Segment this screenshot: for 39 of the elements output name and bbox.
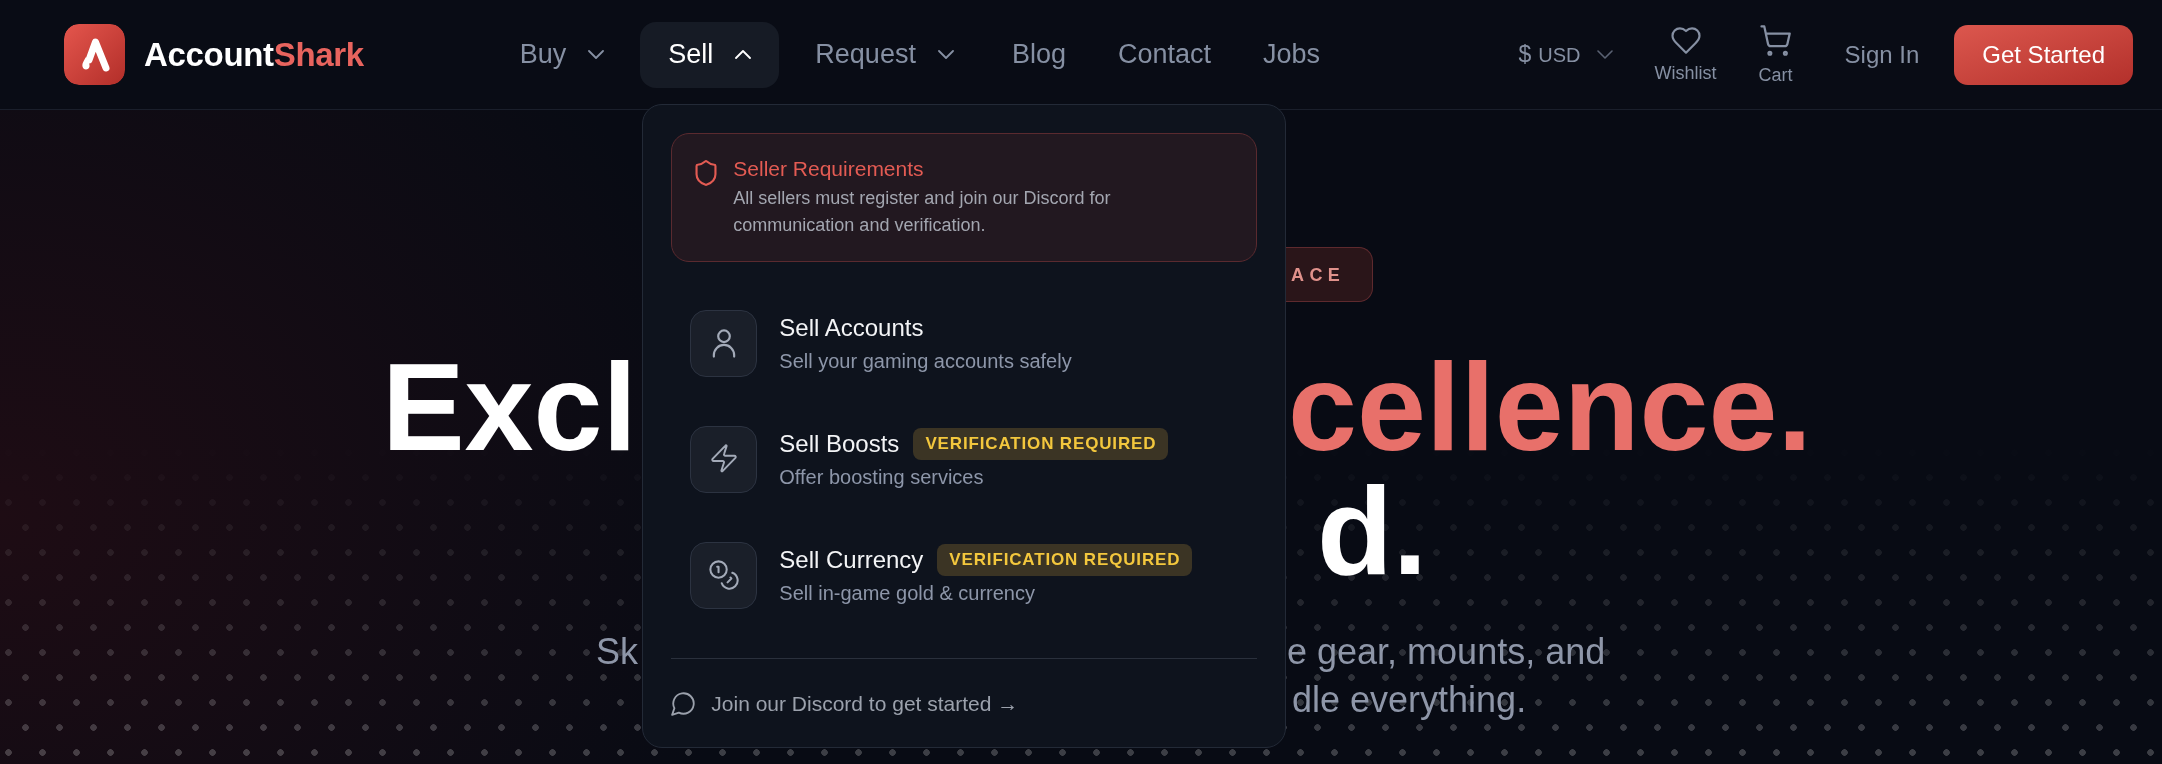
notice-title: Seller Requirements <box>733 155 925 182</box>
subtitle-text: e gear, mounts, and <box>1287 630 1606 674</box>
nav-menu-button[interactable]: Request <box>787 21 982 88</box>
cart-button[interactable]: Cart <box>1758 25 1793 84</box>
lightning-icon <box>690 425 758 493</box>
subtitle-text: dle everything. <box>1292 678 1527 722</box>
brand-name[interactable]: AccountShark <box>144 38 364 71</box>
coins-icon <box>690 541 758 609</box>
get-started-button[interactable]: Get Started <box>1954 24 2133 85</box>
notice-text: All sellers must register and join our Discord for communication and verification. <box>733 186 1112 237</box>
menu-item-title[interactable]: Sell Boosts <box>779 428 900 459</box>
currency-selector[interactable]: $ USD <box>1518 43 1613 66</box>
headline-text: d. <box>1317 469 1428 593</box>
nav-link[interactable]: Jobs <box>1241 21 1343 88</box>
menu-item-description: Sell in-game gold & currency <box>779 580 1036 606</box>
discord-link[interactable]: Join our Discord to get started → <box>671 689 1258 718</box>
verification-tag: VERIFICATION REQUIRED <box>937 543 1193 576</box>
nav-link[interactable]: Contact <box>1095 21 1234 88</box>
wishlist-button[interactable]: Wishlist <box>1654 27 1717 82</box>
nav-menu-button[interactable]: Sell <box>640 21 780 88</box>
menu-item-title[interactable]: Sell Currency <box>779 544 924 575</box>
sign-in-link[interactable]: Sign In <box>1844 42 1920 67</box>
chat-bubble-icon <box>671 691 697 716</box>
cart-icon <box>1760 25 1792 56</box>
menu-item-title[interactable]: Sell Accounts <box>779 312 924 343</box>
headline-text: cellence. <box>1288 345 1812 469</box>
chevron-down-icon <box>1596 50 1613 59</box>
nav-link[interactable]: Blog <box>989 21 1088 88</box>
subtitle-text: Sk <box>596 630 638 674</box>
nav-menu-button[interactable]: Buy <box>491 21 633 88</box>
tagline-text: ACE <box>1291 265 1346 284</box>
headline-text: Excl <box>381 345 637 469</box>
menu-item-description: Sell your gaming accounts safely <box>779 348 1072 374</box>
logo-icon[interactable] <box>64 24 125 85</box>
verification-tag: VERIFICATION REQUIRED <box>913 427 1169 460</box>
shield-icon <box>695 159 718 186</box>
heart-icon <box>1669 27 1702 54</box>
user-icon <box>690 309 758 377</box>
menu-item-description: Offer boosting services <box>779 464 985 490</box>
